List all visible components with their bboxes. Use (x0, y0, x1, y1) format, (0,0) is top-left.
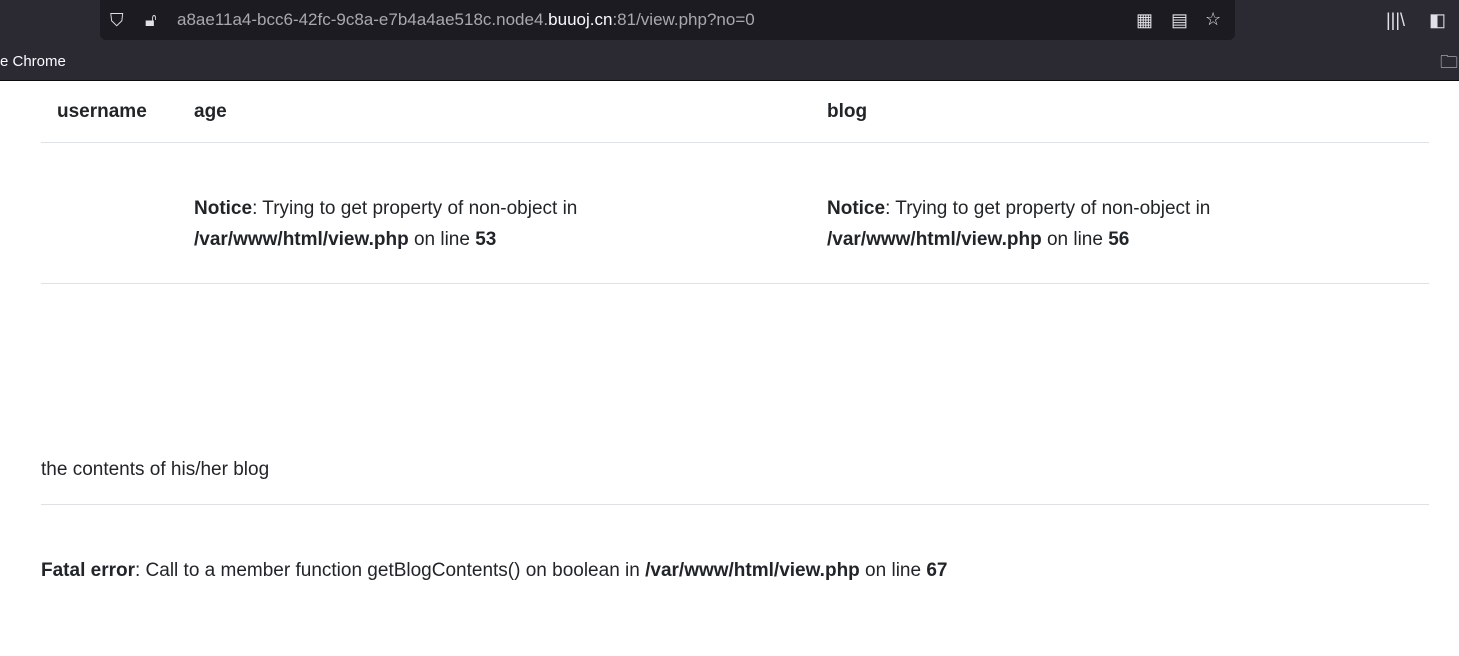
sidebar-icon[interactable]: ◧ (1429, 10, 1446, 30)
notice-path: /var/www/html/view.php (827, 228, 1042, 250)
fatal-msg: : Call to a member function getBlogConte… (134, 560, 646, 581)
url-host: buuoj.cn (548, 10, 613, 29)
fatal-online: on line (859, 560, 927, 581)
fatal-line: 67 (926, 560, 948, 581)
fatal-path: /var/www/html/view.php (645, 560, 860, 581)
table-row: Notice: Trying to get property of non-ob… (41, 142, 1429, 284)
url-prefix: a8ae11a4-bcc6-42fc-9c8a-e7b4a4ae518c.nod… (177, 10, 549, 29)
notice-online: on line (408, 228, 476, 250)
notice-msg: : Trying to get property of non-object i… (252, 197, 578, 219)
header-blog: blog (811, 82, 1429, 143)
fatal-label: Fatal error (41, 560, 135, 581)
browser-toolbar: ⛉ 🔓︎ ▦ ▤ ☆ a8ae11a4-bcc6-42fc-9c8a-e7b4a… (0, 0, 1459, 81)
divider (41, 504, 1429, 505)
header-username: username (41, 82, 178, 143)
notice-online: on line (1041, 228, 1109, 250)
reader-view-icon[interactable]: ▤ (1171, 10, 1188, 30)
notice-label: Notice (194, 197, 253, 219)
fatal-error: Fatal error: Call to a member function g… (41, 560, 947, 582)
url-text[interactable]: a8ae11a4-bcc6-42fc-9c8a-e7b4a4ae518c.nod… (177, 10, 755, 30)
user-table: username age blog Notice: Trying to get … (41, 82, 1429, 284)
bookmark-star-icon[interactable]: ☆ (1205, 9, 1221, 29)
library-icon[interactable]: |||\ (1386, 10, 1405, 30)
header-age: age (178, 82, 811, 143)
cell-username (41, 142, 178, 284)
table-header-row: username age blog (41, 82, 1429, 143)
cell-age: Notice: Trying to get property of non-ob… (178, 142, 811, 284)
qr-code-icon[interactable]: ▦ (1136, 10, 1153, 30)
notice-label: Notice (827, 197, 886, 219)
notice-msg: : Trying to get property of non-object i… (885, 197, 1211, 219)
bookmark-item[interactable]: e Chrome (0, 53, 66, 70)
notice-path: /var/www/html/view.php (194, 228, 409, 250)
cell-blog: Notice: Trying to get property of non-ob… (811, 142, 1429, 284)
folder-icon[interactable]: 🗀︎ (1440, 52, 1458, 72)
notice-line: 56 (1108, 228, 1130, 250)
notice-line: 53 (475, 228, 497, 250)
shield-icon[interactable]: ⛉ (110, 10, 124, 30)
url-suffix: :81/view.php?no=0 (612, 10, 755, 29)
insecure-lock-icon[interactable]: 🔓︎ (145, 10, 157, 30)
blog-contents: the contents of his/her blog (41, 459, 270, 480)
